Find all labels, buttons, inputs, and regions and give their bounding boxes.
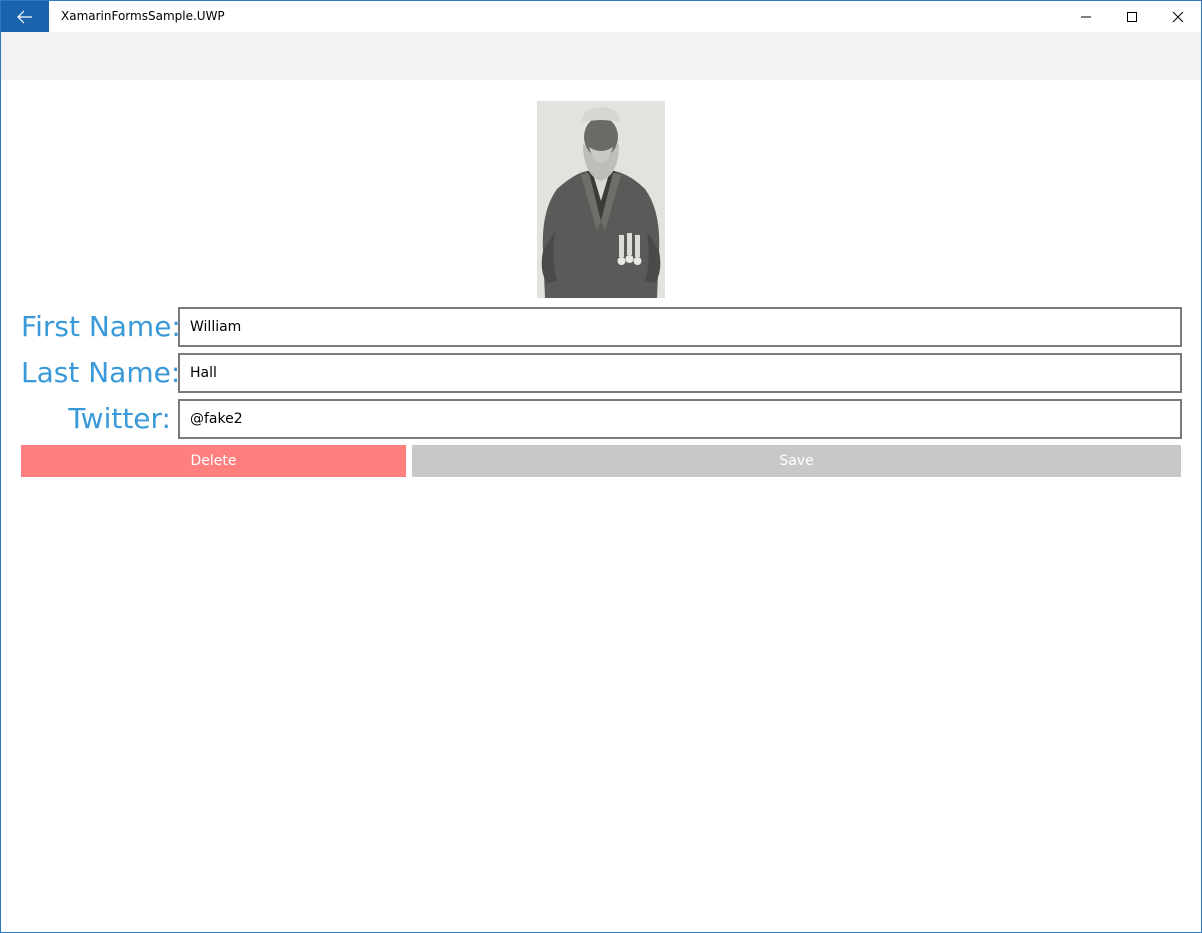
close-button[interactable] (1155, 1, 1201, 32)
back-arrow-icon (17, 10, 32, 23)
close-icon (1172, 11, 1184, 22)
delete-button[interactable]: Delete (21, 445, 406, 477)
first-name-input[interactable] (178, 307, 1182, 347)
save-button[interactable]: Save (412, 445, 1181, 477)
twitter-input[interactable] (178, 399, 1182, 439)
title-bar: XamarinFormsSample.UWP (1, 1, 1201, 32)
first-name-label: First Name: (21, 310, 181, 343)
last-name-input[interactable] (178, 353, 1182, 393)
last-name-label: Last Name: (21, 356, 181, 389)
page-content: First Name: Last Name: Twitter: Delete S… (1, 80, 1201, 932)
back-button[interactable] (1, 1, 49, 32)
command-bar (1, 32, 1201, 80)
minimize-icon (1081, 16, 1091, 17)
portrait-image (537, 101, 665, 298)
app-window: XamarinFormsSample.UWP First Name: Willi… (0, 0, 1202, 933)
minimize-button[interactable] (1063, 1, 1109, 32)
maximize-icon (1127, 11, 1137, 22)
twitter-label: Twitter: (68, 402, 171, 435)
maximize-button[interactable] (1109, 1, 1155, 32)
window-title: XamarinFormsSample.UWP (61, 9, 225, 23)
